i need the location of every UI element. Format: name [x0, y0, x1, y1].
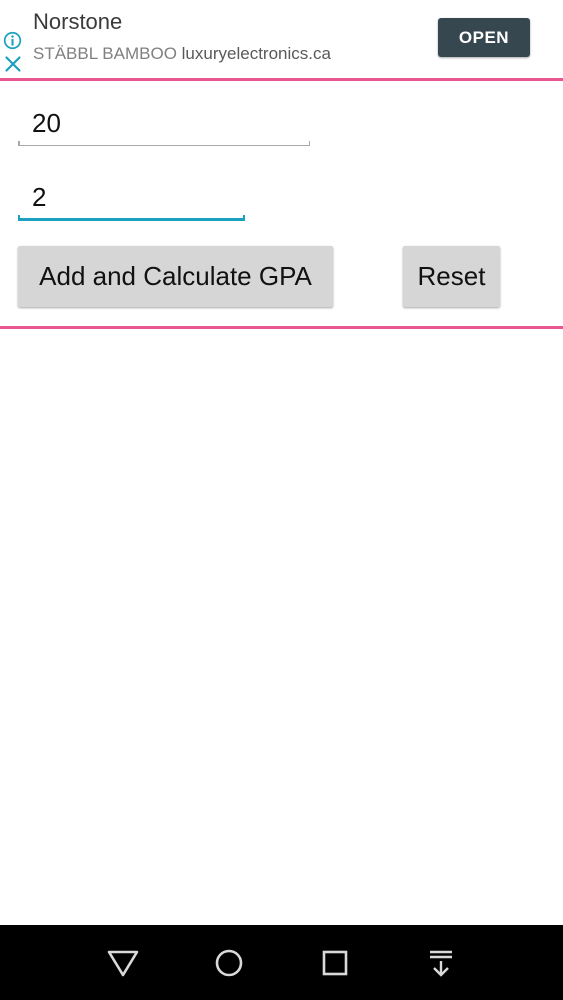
input-underline-tick [18, 215, 20, 221]
ad-title[interactable]: Norstone [33, 9, 122, 35]
credit-hours-value: 20 [32, 108, 61, 138]
close-icon[interactable] [4, 55, 22, 73]
input-underline-tick [308, 141, 310, 146]
pull-down-icon[interactable] [423, 945, 459, 981]
input-underline-tick [243, 215, 245, 221]
screen: Norstone STÄBBL BAMBOO luxuryelectronics… [0, 0, 563, 1000]
credit-hours-input[interactable]: 20 [18, 100, 310, 146]
ad-subline[interactable]: STÄBBL BAMBOO luxuryelectronics.ca [33, 44, 331, 64]
ad-sponsor: STÄBBL BAMBOO [33, 44, 177, 63]
input-underline-focused [18, 218, 245, 221]
home-icon[interactable] [211, 945, 247, 981]
info-icon[interactable] [3, 31, 22, 50]
ad-domain: luxuryelectronics.ca [181, 44, 331, 63]
input-underline [18, 144, 310, 146]
ad-open-button[interactable]: OPEN [438, 18, 530, 57]
reset-button[interactable]: Reset [403, 246, 500, 307]
navigation-bar [0, 925, 563, 1000]
recents-icon[interactable] [317, 945, 353, 981]
grade-points-value: 2 [32, 182, 47, 212]
input-underline-tick [18, 141, 20, 146]
back-icon[interactable] [105, 945, 141, 981]
ad-banner[interactable]: Norstone STÄBBL BAMBOO luxuryelectronics… [0, 0, 563, 81]
grade-points-input[interactable]: 2 [18, 174, 245, 221]
add-and-calculate-gpa-button[interactable]: Add and Calculate GPA [18, 246, 333, 307]
divider [0, 326, 563, 329]
